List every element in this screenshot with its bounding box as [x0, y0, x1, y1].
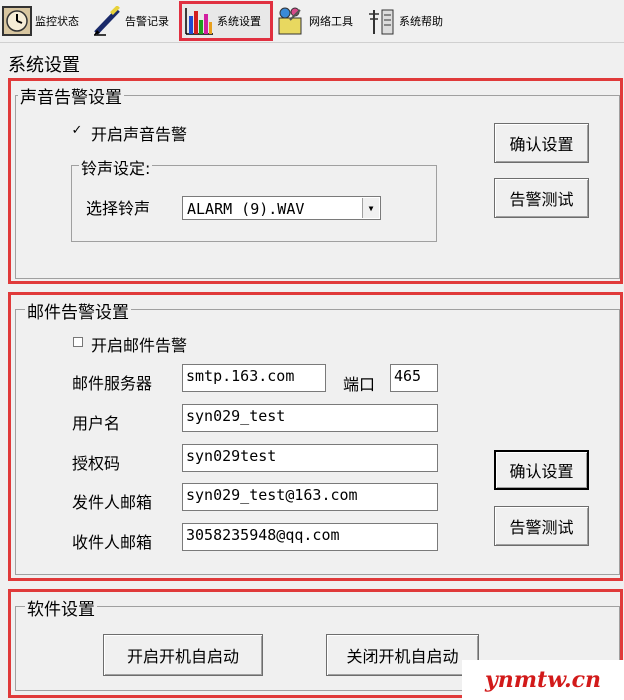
toolbar-item-alarm-records[interactable]: 告警记录: [92, 3, 178, 39]
mail-alarm-enable-label[interactable]: 开启邮件告警: [91, 332, 187, 356]
username-label: 用户名: [72, 414, 121, 433]
sender-email-label: 发件人邮箱: [72, 493, 153, 512]
bar-chart-icon: [184, 6, 214, 36]
authcode-label: 授权码: [72, 454, 121, 473]
ringtone-selected-value: ALARM (9).WAV: [187, 200, 305, 218]
ringtone-select[interactable]: ALARM (9).WAV ▼: [182, 196, 381, 220]
autostart-on-button[interactable]: 开启开机自启动: [103, 634, 263, 676]
mail-server-input[interactable]: smtp.163.com: [182, 364, 326, 392]
mail-server-label: 邮件服务器: [72, 374, 153, 393]
sound-confirm-button[interactable]: 确认设置: [494, 123, 589, 163]
port-label: 端口: [343, 375, 376, 394]
toolbar-label-monitor: 监控状态: [35, 15, 79, 28]
toolbar-item-system-settings[interactable]: 系统设置: [179, 1, 273, 41]
help-antenna-icon: [366, 6, 396, 36]
recipient-email-label: 收件人邮箱: [72, 533, 153, 552]
authcode-input[interactable]: syn029test: [182, 444, 438, 472]
site-watermark: ynmtw.cn: [462, 660, 624, 700]
clock-monitor-icon: [2, 6, 32, 36]
ringtone-group-title: 铃声设定:: [79, 155, 153, 179]
sound-alarm-title: 声音告警设置: [18, 83, 124, 108]
sound-test-button[interactable]: 告警测试: [494, 178, 589, 218]
sound-alarm-enable-label[interactable]: 开启声音告警: [91, 121, 187, 145]
toolbar-label-network-tools: 网络工具: [309, 15, 353, 28]
settings-panel: 系统设置 声音告警设置 ✓ 开启声音告警 铃声设定: 选择铃声 ALARM (9…: [0, 43, 624, 700]
toolbar-item-monitor[interactable]: 监控状态: [2, 3, 90, 39]
mail-alarm-checkbox[interactable]: [73, 337, 83, 347]
toolbar: 监控状态 告警记录 系统设置 网络工具 系统帮助: [0, 0, 624, 43]
mail-alarm-title: 邮件告警设置: [25, 298, 131, 323]
recipient-email-input[interactable]: 3058235948@qq.com: [182, 523, 438, 551]
toolbar-label-help: 系统帮助: [399, 15, 443, 28]
toolbar-label-alarm-records: 告警记录: [125, 15, 169, 28]
chevron-down-icon[interactable]: ▼: [362, 198, 379, 218]
username-input[interactable]: syn029_test: [182, 404, 438, 432]
autostart-off-button[interactable]: 关闭开机自启动: [326, 634, 479, 676]
network-tools-icon: [276, 6, 306, 36]
sound-alarm-checkbox[interactable]: ✓: [71, 124, 83, 137]
software-title: 软件设置: [25, 595, 97, 620]
toolbar-item-help[interactable]: 系统帮助: [366, 3, 454, 39]
page-title: 系统设置: [8, 55, 80, 76]
sender-email-input[interactable]: syn029_test@163.com: [182, 483, 438, 511]
toolbar-label-system-settings: 系统设置: [217, 15, 261, 28]
mail-confirm-button[interactable]: 确认设置: [494, 450, 589, 490]
pen-record-icon: [92, 5, 122, 36]
ringtone-select-label: 选择铃声: [86, 199, 151, 218]
mail-test-button[interactable]: 告警测试: [494, 506, 589, 546]
toolbar-item-network-tools[interactable]: 网络工具: [276, 3, 364, 39]
port-input[interactable]: 465: [390, 364, 438, 392]
